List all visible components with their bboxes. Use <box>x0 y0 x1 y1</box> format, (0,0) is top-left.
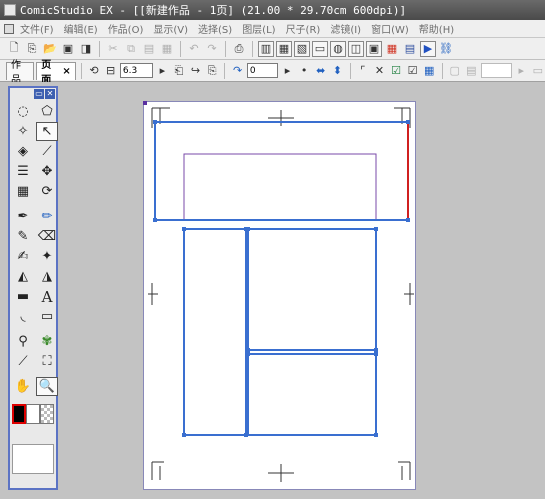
fill-select-icon[interactable]: ◈ <box>12 142 34 161</box>
blur-icon[interactable]: ✦ <box>36 247 58 266</box>
brush-icon[interactable]: ✍ <box>12 247 34 266</box>
palette-preview <box>12 444 54 474</box>
stamp-icon[interactable]: ⛶ <box>36 352 58 371</box>
page-guides-and-frames <box>143 101 414 482</box>
tone-brush-icon[interactable]: ✾ <box>36 332 58 351</box>
transparent-color-swatch[interactable] <box>40 404 54 424</box>
marker-icon[interactable]: ✎ <box>12 227 34 246</box>
pointer-icon[interactable]: ↖ <box>36 122 58 141</box>
tool-palette[interactable]: ▭ ✕ ◌ ⬠ ✧ ↖ ◈ ⟋ ☰ ✥ ▦ ⟳ ✒ ✏ ✎ ⌫ ✍ ✦ ◭ ◮ … <box>8 86 58 490</box>
curve-icon[interactable]: ◟ <box>12 307 34 326</box>
hand-icon[interactable]: ✋ <box>12 377 34 396</box>
text-icon[interactable]: A <box>36 287 58 306</box>
eraser-icon[interactable]: ⌫ <box>36 227 58 246</box>
rect-icon[interactable]: ▭ <box>36 307 58 326</box>
tone-icon[interactable]: ⚲ <box>12 332 34 351</box>
fill-alt-icon[interactable]: ◮ <box>36 267 58 286</box>
palette-minimize-icon[interactable]: ▭ <box>34 89 44 99</box>
gradient-icon[interactable]: ▬ <box>12 287 34 306</box>
sub-color-swatch[interactable] <box>26 404 40 424</box>
layer-move-icon[interactable]: ☰ <box>12 162 34 181</box>
frame-ruler-icon[interactable]: ▦ <box>12 182 34 201</box>
zoom-icon[interactable]: 🔍 <box>36 377 58 396</box>
palette-close-icon[interactable]: ✕ <box>45 89 55 99</box>
magic-wand-icon[interactable]: ✧ <box>12 122 34 141</box>
main-color-swatch[interactable] <box>12 404 26 424</box>
polygon-select-icon[interactable]: ⬠ <box>36 102 58 121</box>
palette-header: ▭ ✕ <box>10 88 56 100</box>
pen-icon[interactable]: ✒ <box>12 207 34 226</box>
color-swatches <box>12 404 54 424</box>
fill-icon[interactable]: ◭ <box>12 267 34 286</box>
pencil-icon[interactable]: ✏ <box>36 207 58 226</box>
move-icon[interactable]: ✥ <box>36 162 58 181</box>
eyedropper-icon[interactable]: ⟋ <box>36 142 58 161</box>
lasso-select-icon[interactable]: ◌ <box>12 102 34 121</box>
pattern-brush-icon[interactable]: ⟋ <box>12 352 34 371</box>
rotate-icon[interactable]: ⟳ <box>36 182 58 201</box>
